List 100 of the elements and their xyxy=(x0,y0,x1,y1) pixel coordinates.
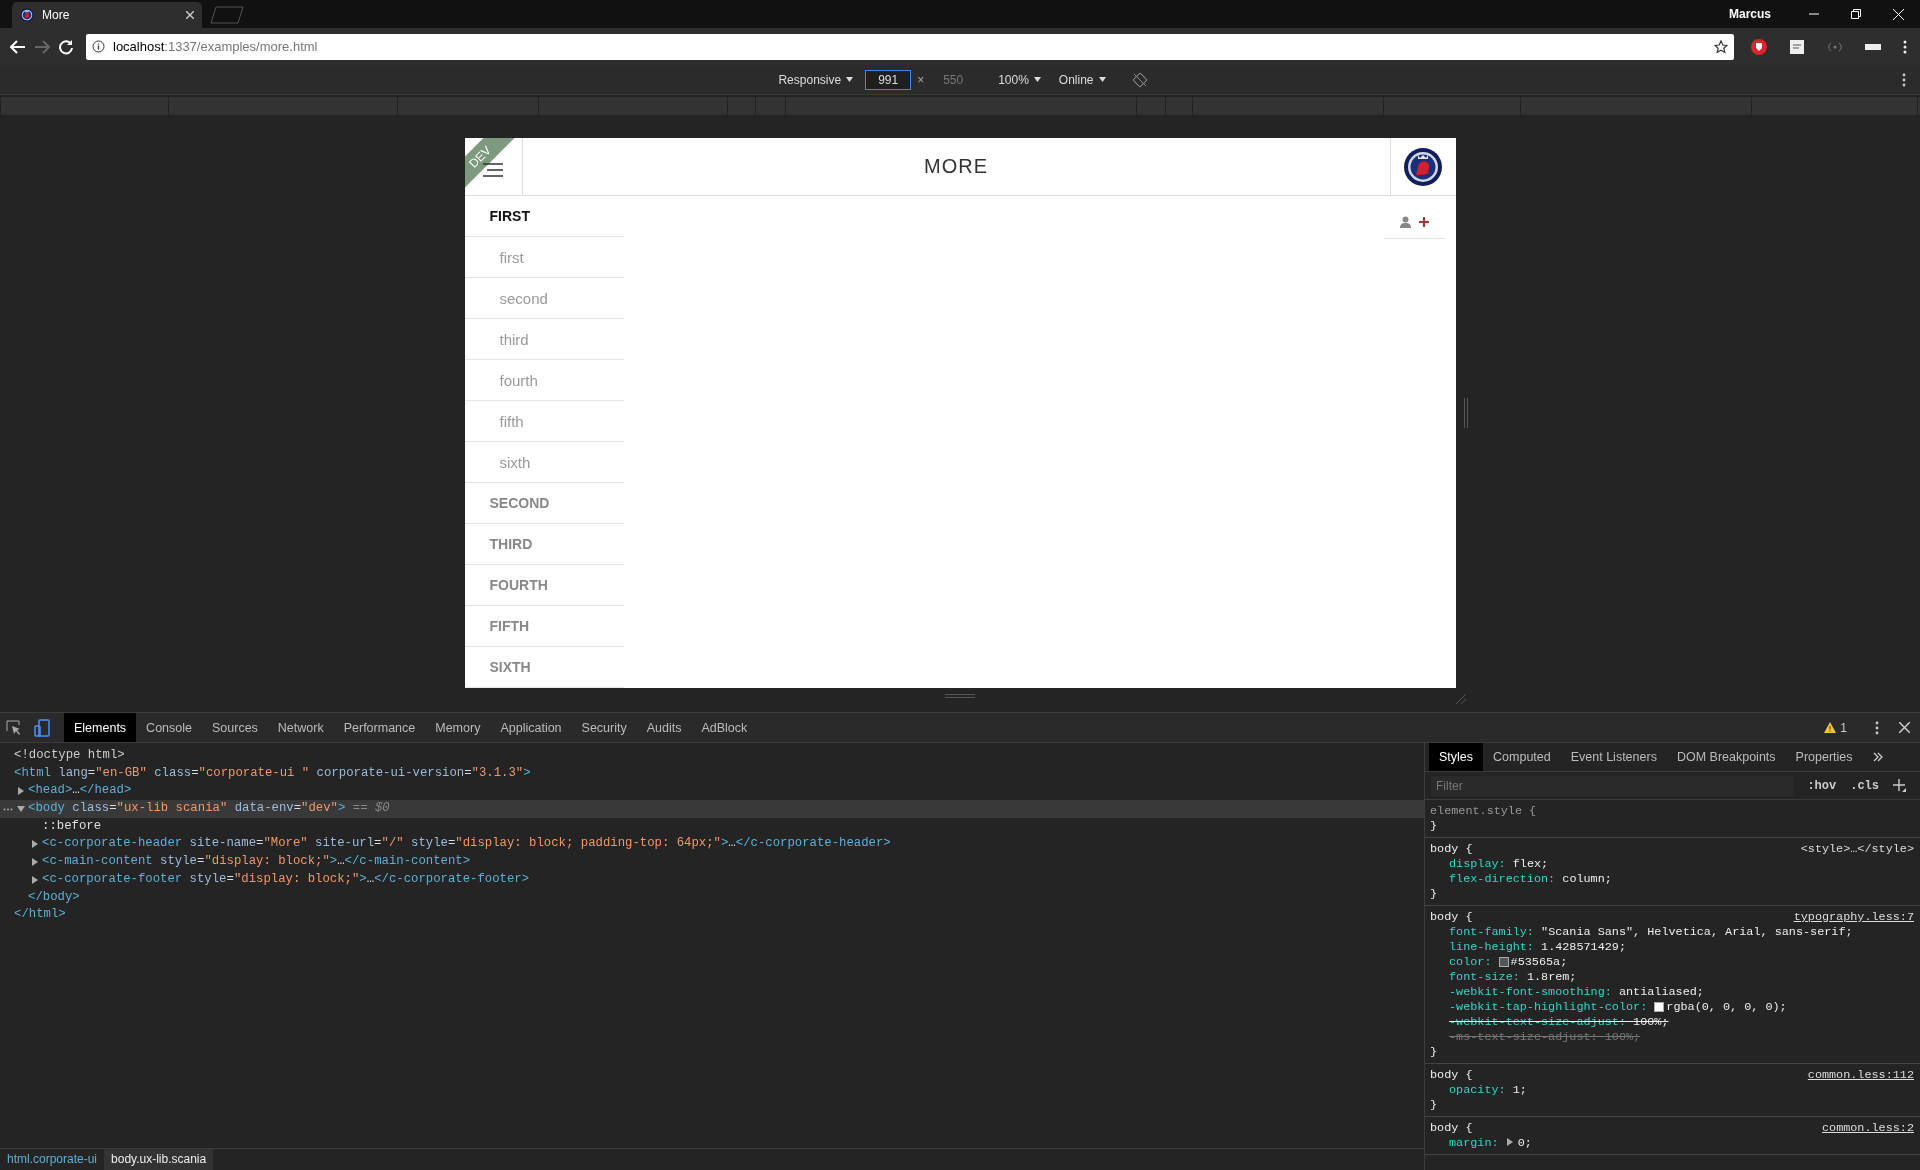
rotate-icon[interactable] xyxy=(1131,71,1148,88)
browser-tab[interactable]: More xyxy=(12,2,202,28)
chevron-right-icon[interactable] xyxy=(1872,752,1883,762)
devtools-tab[interactable]: Security xyxy=(571,713,637,742)
css-declaration[interactable]: line-height: 1.428571429; xyxy=(1449,940,1626,955)
collapsed-arrow-icon[interactable] xyxy=(31,857,39,866)
zoom-dropdown[interactable]: 100% xyxy=(992,70,1047,89)
styles-tab[interactable]: Properties xyxy=(1785,743,1863,771)
dom-node[interactable]: ::before xyxy=(42,817,102,836)
closing-brace: } xyxy=(1430,1045,1438,1059)
selector: body { xyxy=(1430,1121,1473,1136)
devtools-tab[interactable]: AdBlock xyxy=(691,713,758,742)
warning-icon xyxy=(1824,722,1837,733)
styles-tab[interactable]: DOM Breakpoints xyxy=(1666,743,1786,771)
css-declaration[interactable]: color: #53565a; xyxy=(1449,955,1568,970)
source-link[interactable]: typography.less:7 xyxy=(1793,910,1914,925)
close-icon[interactable] xyxy=(186,11,194,19)
hover-toggle[interactable]: :hov xyxy=(1807,778,1837,793)
width-field[interactable]: 991 xyxy=(865,69,912,90)
devtools-tab[interactable]: Performance xyxy=(333,713,426,742)
restore-icon[interactable] xyxy=(1851,9,1861,19)
dom-node[interactable]: <c-corporate-footer style="display: block;">…</c-corporate-footer> xyxy=(42,870,530,889)
devtools-tab[interactable]: Network xyxy=(267,713,334,742)
styles-tab[interactable]: Styles xyxy=(1429,743,1484,771)
collapsed-arrow-icon[interactable] xyxy=(31,875,39,884)
breadcrumb[interactable]: html.corporate-ui xyxy=(0,1149,105,1170)
css-declaration[interactable]: display: flex; xyxy=(1449,857,1549,872)
breadcrumb[interactable]: body.ux-lib.scania xyxy=(104,1149,214,1170)
resize-handle-icon[interactable] xyxy=(1463,398,1468,428)
more-icon[interactable] xyxy=(1875,720,1879,735)
selector: body { xyxy=(1430,842,1473,857)
css-declaration[interactable]: -ms-text-size-adjust: 100%; xyxy=(1449,1030,1641,1045)
css-declaration[interactable]: flex-direction: column; xyxy=(1449,872,1612,887)
network-dropdown[interactable]: Online xyxy=(1052,70,1112,89)
profile-name[interactable]: Marcus xyxy=(1728,7,1771,21)
devtools-tab[interactable]: Elements xyxy=(64,713,137,742)
reload-icon[interactable] xyxy=(58,38,74,55)
devtools-tab[interactable]: Memory xyxy=(425,713,491,742)
source-link[interactable]: common.less:2 xyxy=(1821,1121,1914,1136)
closing-brace: } xyxy=(1430,819,1438,833)
css-declaration[interactable]: margin: 0; xyxy=(1449,1136,1532,1151)
nav-item[interactable]: FOURTH xyxy=(464,565,624,606)
nav-item[interactable]: SIXTH xyxy=(464,647,624,688)
css-declaration[interactable]: opacity: 1; xyxy=(1449,1083,1527,1098)
address-field[interactable]: localhost:1337/examples/more.html xyxy=(86,33,1734,60)
source-link[interactable]: common.less:112 xyxy=(1807,1068,1914,1083)
selector: body { xyxy=(1430,1068,1473,1083)
dom-node[interactable]: <c-main-content style="display: block;">…</c-main-content> xyxy=(42,853,471,871)
device-dropdown[interactable]: Responsive xyxy=(772,70,860,89)
devtools-tab[interactable]: Console xyxy=(136,713,202,742)
shield-icon[interactable] xyxy=(1750,37,1768,56)
dom-node[interactable]: <head>…</head> xyxy=(28,782,132,801)
collapsed-arrow-icon[interactable] xyxy=(17,787,25,796)
css-declaration[interactable]: font-family: "Scania Sans", Helvetica, Arial, sans-serif; xyxy=(1449,925,1853,940)
nav-item[interactable]: THIRD xyxy=(464,524,624,565)
devtools-tab[interactable]: Audits xyxy=(636,713,692,742)
close-icon[interactable] xyxy=(1899,722,1910,733)
dom-node[interactable]: <c-corporate-header site-name="More" site-url="/" style="display: block; padding-top: 64px;">…</c-corporate-header> xyxy=(42,835,891,854)
css-declaration[interactable]: -webkit-font-smoothing: antialiased; xyxy=(1449,985,1704,1000)
caret-icon xyxy=(1098,77,1106,82)
more-dots-icon[interactable] xyxy=(3,808,13,812)
warning-count[interactable]: 1 xyxy=(1824,720,1847,735)
expanded-arrow-icon[interactable] xyxy=(17,804,25,813)
devtools-tab[interactable]: Application xyxy=(490,713,572,742)
site-title: MORE xyxy=(923,155,989,178)
selector: element.style { xyxy=(1430,804,1537,819)
collapsed-arrow-icon[interactable] xyxy=(31,840,39,849)
logo-icon xyxy=(20,8,34,22)
styles-tab[interactable]: Event Listeners xyxy=(1560,743,1667,771)
caret-icon xyxy=(846,77,854,82)
logo-icon xyxy=(1403,146,1443,187)
source-link[interactable]: <style>…</style> xyxy=(1800,842,1914,857)
styles-tab[interactable]: Computed xyxy=(1483,743,1561,771)
filter-field[interactable]: Filter xyxy=(1431,775,1794,796)
user-icon[interactable] xyxy=(1400,216,1411,228)
info-icon[interactable] xyxy=(92,40,105,53)
nav-item[interactable]: SECOND xyxy=(464,483,624,524)
extension-icon[interactable] xyxy=(1788,38,1806,55)
closing-tag[interactable]: </html> xyxy=(14,906,66,924)
device-icon[interactable] xyxy=(34,718,50,737)
forward-arrow-icon[interactable] xyxy=(34,39,50,54)
closing-tag[interactable]: </body> xyxy=(28,888,80,907)
css-declaration[interactable]: -webkit-tap-highlight-color: rgba(0, 0, 0, 0); xyxy=(1449,1000,1787,1015)
dom-node[interactable]: <!doctype html> xyxy=(14,747,125,765)
caret-icon xyxy=(1033,77,1041,82)
star-icon[interactable] xyxy=(1714,39,1728,54)
more-icon[interactable] xyxy=(1902,73,1906,87)
selector: body { xyxy=(1430,910,1473,925)
resize-handle-icon[interactable] xyxy=(945,694,975,698)
nav-item[interactable]: FIRST xyxy=(464,196,624,237)
back-arrow-icon[interactable] xyxy=(10,39,26,54)
inspect-icon[interactable] xyxy=(6,719,22,736)
css-declaration[interactable]: font-size: 1.8rem; xyxy=(1449,970,1577,985)
collapsed-arrow-icon[interactable] xyxy=(1505,1138,1514,1146)
css-declaration[interactable]: -webkit-text-size-adjust: 100%; xyxy=(1449,1015,1669,1030)
devtools-tab[interactable]: Sources xyxy=(202,713,268,742)
dom-node[interactable]: <html lang="en-GB" class="corporate-ui " corporate-ui-version="3.1.3"> xyxy=(14,764,531,783)
nav-item[interactable]: FIFTH xyxy=(464,606,624,647)
class-toggle[interactable]: .cls xyxy=(1850,778,1879,793)
plus-icon[interactable] xyxy=(1419,217,1429,227)
